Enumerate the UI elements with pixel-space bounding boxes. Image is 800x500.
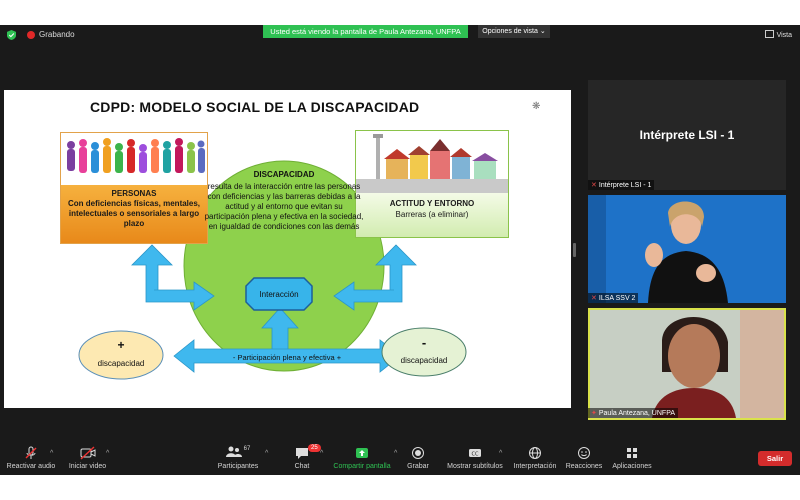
svg-text:CC: CC [472,452,479,458]
shield-icon[interactable] [7,30,16,40]
top-bar: Grabando Usted está viendo la pantalla d… [0,25,800,45]
chat-label: Chat [294,463,310,470]
globe-icon [529,447,541,459]
actitud-entorno-box: ACTITUD Y ENTORNO Barreras (a eliminar) [355,130,509,238]
panel-resize-handle[interactable] [573,243,576,257]
smiley-icon [578,447,590,459]
person-video-icon [590,310,784,418]
record-icon [412,447,424,459]
participant-video-ilsa[interactable] [588,195,786,303]
record-button[interactable]: Grabar [404,446,432,470]
mic-off-icon [25,446,37,459]
minus-label: discapacidad [400,356,448,365]
zoom-window: Grabando Usted está viendo la pantalla d… [0,25,800,475]
discapacidad-text: resulta de la interacción entre las pers… [204,182,364,231]
captions-label: Mostrar subtítulos [447,463,503,470]
plus-label: discapacidad [97,359,145,368]
gallery-view-icon [764,30,774,38]
video-off-icon [80,446,95,460]
share-screen-label: Compartir pantalla [333,463,391,470]
video-options-caret[interactable]: ^ [106,450,109,457]
minus-sign: - [421,335,427,350]
personas-title: PERSONAS [111,189,157,198]
view-button[interactable]: Vista [764,30,792,39]
apps-grid-icon [627,448,637,458]
interpreter-tile[interactable]: Intérprete LSI - 1 [588,80,786,190]
start-video-label: Iniciar video [68,463,107,470]
participants-count: 67 [243,446,251,452]
actitud-subtitle: Barreras (a eliminar) [395,210,469,219]
chevron-down-icon: ⌄ [539,28,546,35]
captions-icon: CC [469,449,481,458]
plus-sign: + [117,338,125,352]
participants-icon [225,446,242,457]
apps-button[interactable]: Aplicaciones [610,446,654,470]
view-options-label: Opciones de vista [482,28,538,35]
participants-options-caret[interactable]: ^ [265,450,268,457]
mic-muted-icon: ✕ [591,182,597,189]
people-silhouettes-icon [67,138,205,173]
share-banner: Usted está viendo la pantalla de Paula A… [263,25,468,38]
participants-label: Participantes [217,463,259,470]
interaccion-label: Interacción [259,290,299,299]
share-screen-button[interactable]: Compartir pantalla [330,446,394,470]
unmute-button[interactable]: Reactivar audio [6,446,56,470]
shared-slide: CDPD: MODELO SOCIAL DE LA DISCAPACIDAD ❋ [4,90,571,408]
chat-badge: 25 [308,444,321,452]
record-label: Grabar [407,463,429,470]
reactions-button[interactable]: Reacciones [564,446,604,470]
ilsa-name-label: ✕ ILSA SSV 2 [588,293,639,303]
audio-options-caret[interactable]: ^ [50,450,53,457]
town-illustration-icon [356,131,508,193]
discapacidad-title: DISCAPACIDAD [253,170,315,179]
paula-name-label: ✦ Paula Antezana, UNFPA [588,408,679,418]
start-video-button[interactable]: Iniciar video [65,446,110,470]
sparkle-icon: ❋ [532,101,541,112]
leave-button[interactable]: Salir [758,451,792,466]
view-label: Vista [776,32,792,39]
captions-button[interactable]: CC Mostrar subtítulos [444,446,506,470]
actitud-title: ACTITUD Y ENTORNO [389,199,475,208]
reactions-label: Reacciones [565,463,603,470]
recording-icon [27,31,35,39]
interpreter-tile-name: Intérprete LSI - 1 [639,128,735,142]
interpretation-button[interactable]: Interpretación [510,446,560,470]
recording-label: Grabando [39,30,75,39]
personas-text: Con deficiencias físicas, mentales, inte… [67,199,201,228]
interpretation-label: Interpretación [513,463,557,470]
slide-title: CDPD: MODELO SOCIAL DE LA DISCAPACIDAD [90,99,420,115]
chat-options-caret[interactable]: ^ [320,450,323,457]
captions-options-caret[interactable]: ^ [499,450,502,457]
person-signing-icon [588,195,786,303]
meeting-toolbar: Reactivar audio ^ Iniciar video ^ 67 Par… [0,443,800,475]
share-options-caret[interactable]: ^ [394,450,397,457]
chat-icon [296,448,308,459]
apps-label: Aplicaciones [612,463,652,470]
unmute-label: Reactivar audio [6,463,56,470]
share-screen-icon [356,448,368,458]
interpreter-name-label: ✕ Intérprete LSI - 1 [588,180,655,190]
participant-video-paula[interactable] [588,308,786,420]
pin-icon: ✦ [591,410,597,417]
personas-box: PERSONAS Con deficiencias físicas, menta… [60,132,208,244]
participants-button[interactable]: 67 Participantes [214,446,262,470]
view-options-button[interactable]: Opciones de vista ⌄ [478,25,550,38]
mic-muted-icon: ✕ [591,295,597,302]
participation-label: - Participación plena y efectiva + [232,353,342,362]
